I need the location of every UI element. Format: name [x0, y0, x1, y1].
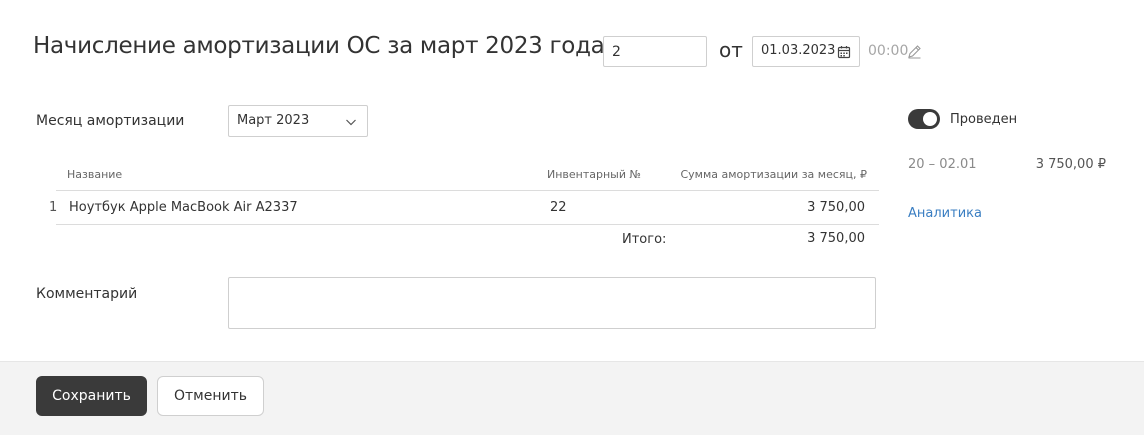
total-label: Итого: [622, 232, 667, 247]
toggle-knob [923, 112, 937, 126]
column-header-inventory: Инвентарный № [547, 168, 641, 181]
row-index: 1 [49, 200, 58, 215]
comment-label: Комментарий [36, 286, 138, 302]
date-field[interactable]: 01.03.2023 [752, 36, 860, 67]
document-number-input[interactable] [603, 36, 707, 67]
row-sum: 3 750,00 [807, 200, 865, 215]
month-select-value: Март 2023 [237, 113, 310, 128]
date-value: 01.03.2023 [761, 43, 836, 58]
cancel-button[interactable]: Отменить [157, 376, 264, 416]
total-value: 3 750,00 [807, 231, 865, 246]
save-button[interactable]: Сохранить [36, 376, 147, 416]
pencil-icon[interactable] [907, 44, 922, 59]
page-title: Начисление амортизации ОС за март 2023 г… [33, 33, 636, 59]
posted-label: Проведен [950, 112, 1018, 127]
time-value[interactable]: 00:00 [868, 43, 908, 59]
month-select[interactable]: Март 2023 [228, 105, 368, 137]
month-label: Месяц амортизации [36, 113, 185, 129]
posted-toggle[interactable] [908, 109, 940, 129]
analytics-link[interactable]: Аналитика [908, 206, 982, 221]
account-code: 20 – 02.01 [908, 157, 977, 172]
from-label: от [719, 38, 743, 62]
column-header-sum: Сумма амортизации за месяц, ₽ [680, 168, 867, 181]
table-row-divider [56, 224, 879, 225]
calendar-icon[interactable] [837, 45, 851, 59]
table-header-divider [56, 190, 879, 191]
account-sum: 3 750,00 ₽ [1035, 157, 1106, 172]
row-inventory: 22 [550, 200, 567, 215]
chevron-down-icon [346, 119, 356, 126]
column-header-name: Название [67, 168, 123, 181]
row-name: Ноутбук Apple MacBook Air A2337 [69, 200, 298, 215]
comment-input[interactable] [228, 277, 876, 329]
